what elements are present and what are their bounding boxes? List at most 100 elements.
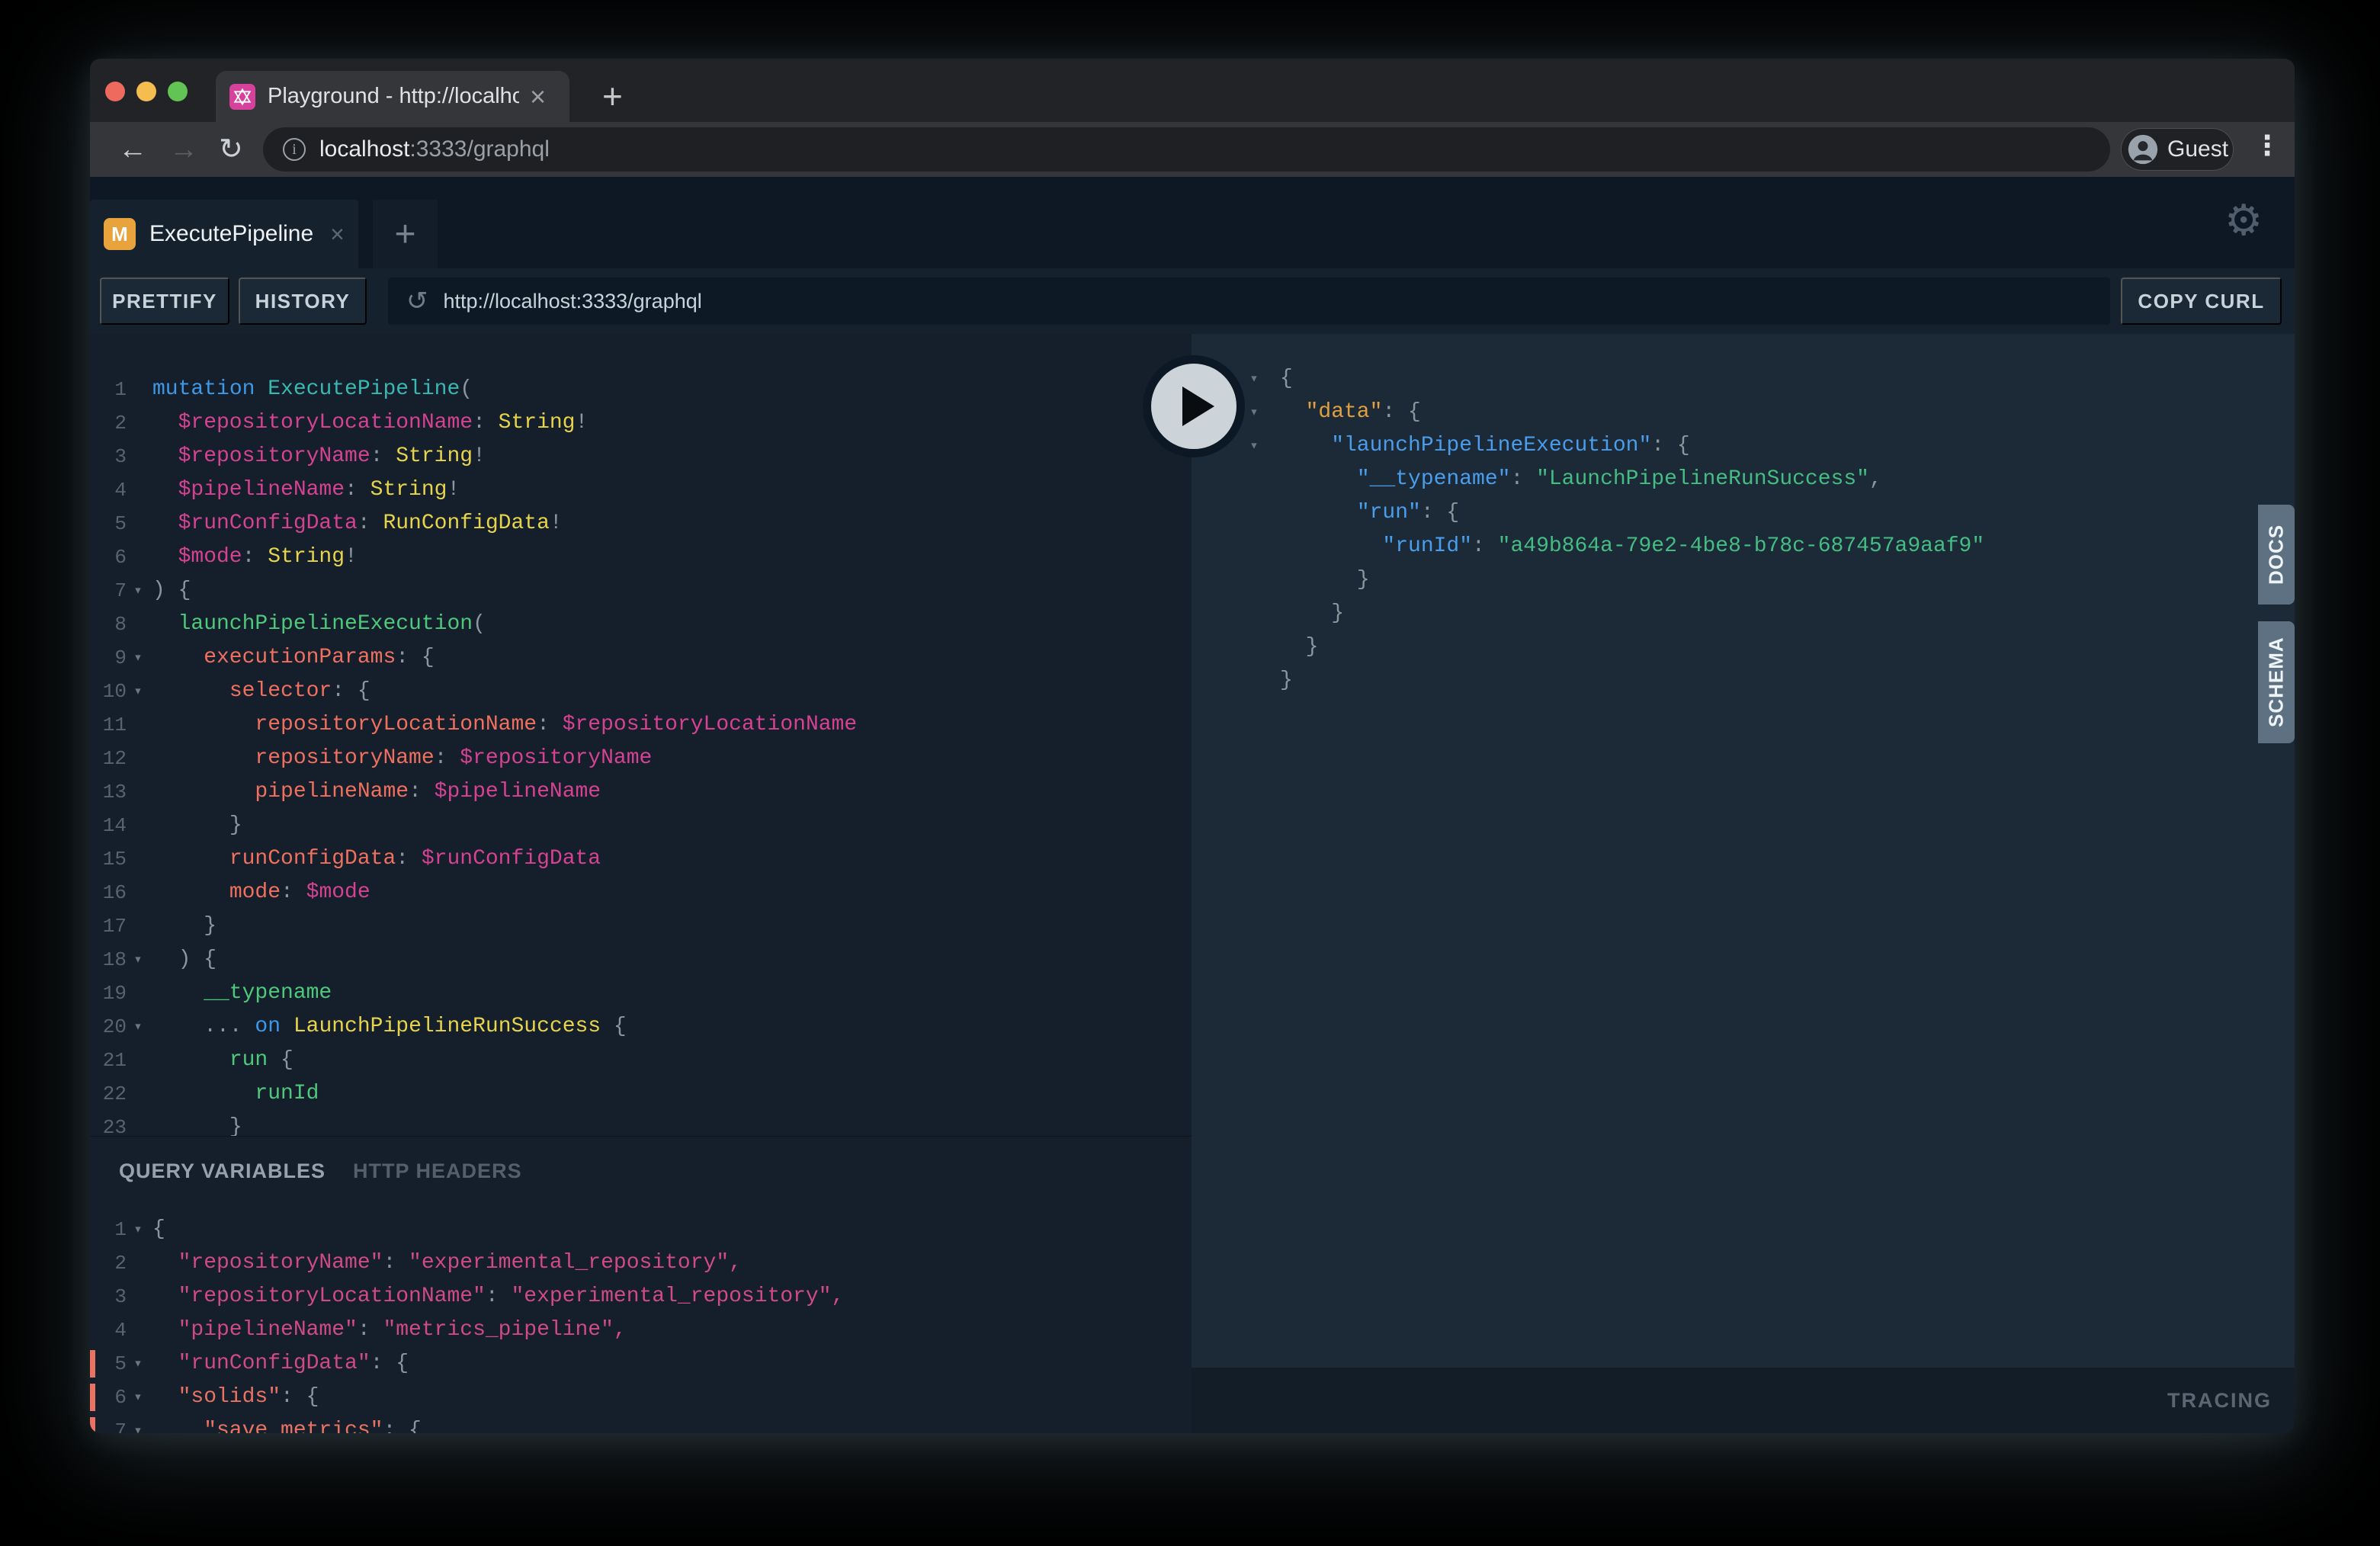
- fold-arrow-icon[interactable]: ▾: [127, 1347, 149, 1381]
- tab-query-variables[interactable]: QUERY VARIABLES: [119, 1160, 326, 1183]
- code-text: $pipelineName: String!: [152, 473, 460, 507]
- tab-http-headers[interactable]: HTTP HEADERS: [353, 1160, 522, 1183]
- fold-gutter: [127, 440, 149, 473]
- traffic-light-minimize-icon[interactable]: [136, 82, 156, 101]
- code-text: {: [1280, 362, 1293, 396]
- fold-gutter: [127, 373, 149, 406]
- copy-curl-button[interactable]: COPY CURL: [2121, 277, 2282, 325]
- fold-gutter: [127, 507, 149, 540]
- line-number: 15: [90, 842, 127, 876]
- tracing-bar[interactable]: TRACING: [1192, 1368, 2295, 1433]
- fold-gutter: [127, 608, 149, 641]
- fold-arrow-icon[interactable]: ▾: [127, 675, 149, 708]
- line-number: 16: [90, 876, 127, 909]
- session-close-icon[interactable]: ×: [330, 220, 345, 249]
- line-number: 23: [90, 1111, 127, 1136]
- fold-gutter: [127, 473, 149, 507]
- code-text: "runConfigData": {: [152, 1347, 409, 1381]
- history-arrow-icon: ↺: [406, 286, 428, 316]
- query-code-line: 16mode: $mode: [90, 876, 1192, 909]
- variables-code-line: 3"repositoryLocationName": "experimental…: [90, 1280, 1192, 1313]
- endpoint-field[interactable]: ↺ http://localhost:3333/graphql: [388, 277, 2110, 325]
- code-text: selector: {: [152, 675, 370, 708]
- prettify-button[interactable]: PRETTIFY: [100, 277, 229, 325]
- fold-gutter: [1240, 630, 1268, 664]
- code-text: ... on LaunchPipelineRunSuccess {: [152, 1010, 627, 1044]
- fold-gutter: [127, 1044, 149, 1077]
- fold-arrow-icon[interactable]: ▾: [127, 1010, 149, 1044]
- docs-side-tab[interactable]: DOCS: [2258, 505, 2295, 605]
- line-number: 4: [90, 1313, 127, 1347]
- line-number: 4: [90, 473, 127, 507]
- line-number: 6: [90, 540, 127, 574]
- query-editor[interactable]: 1mutation ExecutePipeline(2$repositoryLo…: [90, 334, 1192, 1136]
- fold-gutter: [127, 775, 149, 809]
- tab-close-icon[interactable]: ×: [530, 83, 546, 111]
- fold-arrow-icon[interactable]: ▾: [127, 1381, 149, 1414]
- fold-gutter: [127, 742, 149, 775]
- variables-code-line: 6▾"solids": {: [90, 1381, 1192, 1414]
- fold-gutter: [1240, 496, 1268, 530]
- line-number: 6: [90, 1381, 127, 1414]
- new-session-button[interactable]: +: [373, 200, 438, 268]
- fold-arrow-icon[interactable]: ▾: [127, 1414, 149, 1433]
- query-code-line: 1 mutation ExecutePipeline(: [90, 373, 1192, 406]
- fold-gutter: [127, 1246, 149, 1280]
- variables-editor[interactable]: 1▾{2"repositoryName": "experimental_repo…: [90, 1213, 1192, 1433]
- site-info-icon[interactable]: i: [283, 138, 306, 161]
- query-code-line: 19__typename: [90, 977, 1192, 1010]
- code-text: }: [152, 1111, 242, 1136]
- back-icon[interactable]: ←: [118, 133, 147, 166]
- variables-code-line: 5▾"runConfigData": {: [90, 1347, 1192, 1381]
- line-number: 1: [90, 373, 127, 406]
- new-tab-icon[interactable]: +: [602, 75, 623, 117]
- code-text: mutation ExecutePipeline(: [152, 373, 473, 406]
- traffic-light-close-icon[interactable]: [105, 82, 125, 101]
- history-button[interactable]: HISTORY: [239, 277, 367, 325]
- variables-header: QUERY VARIABLES HTTP HEADERS: [90, 1137, 1192, 1190]
- code-text: "data": {: [1280, 396, 1421, 429]
- code-text: runConfigData: $runConfigData: [152, 842, 601, 876]
- graphql-favicon-icon: [229, 84, 255, 110]
- browser-menu-icon[interactable]: ⋮: [2253, 130, 2281, 162]
- query-code-line: 9▾executionParams: {: [90, 641, 1192, 675]
- fold-arrow-icon[interactable]: ▾: [1240, 362, 1268, 396]
- code-text: repositoryLocationName: $repositoryLocat…: [152, 708, 857, 742]
- fold-gutter: [127, 1313, 149, 1347]
- session-tab-executepipeline[interactable]: M ExecutePipeline ×: [90, 200, 358, 268]
- code-text: }: [1280, 630, 1318, 664]
- variables-code-line: 1▾{: [90, 1213, 1192, 1246]
- code-text: "save_metrics": {: [152, 1414, 422, 1433]
- fold-arrow-icon[interactable]: ▾: [1240, 429, 1268, 463]
- plus-icon: +: [394, 213, 415, 255]
- url-host: localhost: [319, 136, 409, 162]
- traffic-light-zoom-icon[interactable]: [168, 82, 188, 101]
- code-text: }: [152, 809, 242, 842]
- forward-icon[interactable]: →: [169, 133, 198, 166]
- line-number: 18: [90, 943, 127, 977]
- result-pane: ▾{▾"data": {▾"launchPipelineExecution": …: [1192, 334, 2295, 1433]
- query-code-line: 15 runConfigData: $runConfigData: [90, 842, 1192, 876]
- fold-arrow-icon[interactable]: ▾: [127, 1213, 149, 1246]
- code-text: __typename: [152, 977, 332, 1010]
- reload-icon[interactable]: ↻: [219, 133, 243, 166]
- query-code-line: 18▾) {: [90, 943, 1192, 977]
- fold-arrow-icon[interactable]: ▾: [127, 641, 149, 675]
- execute-play-button[interactable]: [1143, 355, 1245, 457]
- address-bar[interactable]: i localhost:3333/graphql: [263, 127, 2110, 172]
- fold-arrow-icon[interactable]: ▾: [127, 574, 149, 608]
- browser-tab-title: Playground - http://localhost:3: [268, 84, 519, 109]
- browser-tab[interactable]: Playground - http://localhost:3 ×: [216, 71, 569, 122]
- fold-arrow-icon[interactable]: ▾: [127, 943, 149, 977]
- schema-side-tab[interactable]: SCHEMA: [2258, 621, 2295, 743]
- line-number: 13: [90, 775, 127, 809]
- code-text: "launchPipelineExecution": {: [1280, 429, 1690, 463]
- query-code-line: 17}: [90, 909, 1192, 943]
- profile-button[interactable]: Guest: [2121, 128, 2234, 171]
- settings-gear-icon[interactable]: ⚙: [2224, 195, 2263, 245]
- fold-gutter: [1240, 463, 1268, 496]
- query-code-line: 11repositoryLocationName: $repositoryLoc…: [90, 708, 1192, 742]
- query-code-line: 22runId: [90, 1077, 1192, 1111]
- playground-toolbar: PRETTIFY HISTORY ↺ http://localhost:3333…: [90, 268, 2295, 334]
- query-code-line: 5$runConfigData: RunConfigData!: [90, 507, 1192, 540]
